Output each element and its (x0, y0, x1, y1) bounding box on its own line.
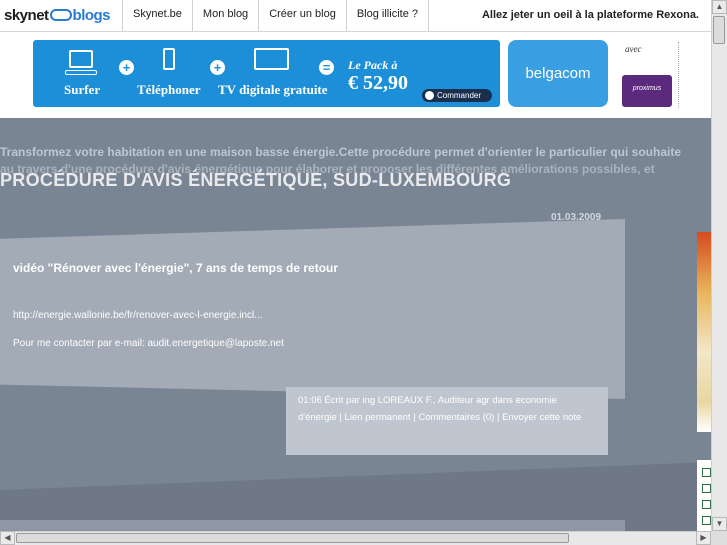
meta-sep-1: | (336, 412, 345, 423)
logo-text-blogs: blogs (72, 6, 111, 24)
scroll-corner (711, 531, 727, 545)
phone-icon (163, 48, 175, 70)
ad-banner: Surfer + Téléphoner + TV digitale gratui… (0, 32, 711, 118)
belgacom-logo[interactable]: belgacom (508, 40, 608, 107)
blog-title[interactable]: PROCÉDURE D'AVIS ÉNERGÉTIQUE, SUD-LUXEMB… (0, 170, 511, 191)
avec-label: avec (625, 44, 642, 54)
plus-icon: + (119, 60, 134, 75)
logo-text-skynet: skynet (4, 6, 49, 24)
tv-icon (254, 48, 289, 70)
side-ad[interactable] (697, 232, 711, 432)
top-bar: skynet blogs Skynet.be Mon blog Créer un… (0, 0, 711, 32)
plus-icon-2: + (210, 60, 225, 75)
label-surfer: Surfer (64, 82, 101, 97)
meta-author: 01:06 Écrit par ing LOREAUX F., Auditeur… (298, 395, 516, 406)
post-meta-box: 01:06 Écrit par ing LOREAUX F., Auditeur… (286, 387, 608, 455)
post-url-link[interactable]: http://energie.wallonie.be/fr/renover-av… (13, 310, 263, 321)
post-title[interactable]: vidéo "Rénover avec l'énergie", 7 ans de… (13, 261, 338, 275)
scroll-up-arrow-icon[interactable]: ▲ (712, 0, 727, 14)
cloud-icon (49, 9, 72, 21)
side-checkbox-1[interactable] (702, 468, 711, 477)
top-nav: Skynet.be Mon blog Créer un blog Blog il… (122, 0, 429, 31)
banner-divider (678, 42, 679, 108)
computer-icon (69, 50, 93, 68)
play-icon (425, 91, 434, 100)
horizontal-scroll-thumb[interactable] (16, 533, 569, 543)
permalink-link[interactable]: Lien permanent (345, 412, 411, 423)
computer-keyboard (65, 70, 97, 75)
scroll-down-arrow-icon[interactable]: ▼ (712, 517, 727, 531)
commander-button[interactable]: Commander (422, 89, 492, 102)
label-telephoner: Téléphoner (137, 82, 201, 97)
scroll-right-arrow-icon[interactable]: ▶ (696, 531, 711, 545)
side-checkbox-4[interactable] (702, 516, 711, 525)
rexona-tagline[interactable]: Allez jeter un oeil à la plateforme Rexo… (482, 9, 699, 21)
contact-label: Pour me contacter par e-mail: (13, 338, 148, 349)
skynet-blogs-logo[interactable]: skynet blogs (4, 5, 111, 25)
equals-icon: = (319, 60, 334, 75)
commander-label: Commander (437, 91, 482, 100)
post-panel (0, 219, 625, 399)
comments-link[interactable]: Commentaires (0) (418, 412, 494, 423)
vertical-scrollbar[interactable] (711, 0, 727, 531)
pack-ad[interactable]: Surfer + Téléphoner + TV digitale gratui… (33, 40, 500, 107)
send-note-link[interactable]: Envoyer cette note (502, 412, 581, 423)
pack-price: € 52,90 (348, 72, 408, 94)
side-checkbox-2[interactable] (702, 484, 711, 493)
proximus-logo[interactable]: proximus (622, 75, 672, 107)
le-pack-label: Le Pack à (348, 58, 398, 72)
nav-creer-blog[interactable]: Créer un blog (258, 0, 346, 31)
meta-sep-3: | (494, 412, 503, 423)
nav-skynet[interactable]: Skynet.be (122, 0, 192, 31)
scroll-left-arrow-icon[interactable]: ◀ (0, 531, 15, 545)
nav-blog-illicite[interactable]: Blog illicite ? (345, 0, 429, 31)
side-checkbox-3[interactable] (702, 500, 711, 509)
scrolling-description: Transformez votre habitation en une mais… (0, 145, 682, 159)
contact-line: Pour me contacter par e-mail: audit.ener… (13, 338, 284, 349)
email-link[interactable]: audit.energetique@laposte.net (148, 338, 284, 349)
label-tv-digitale: TV digitale gratuite (218, 82, 328, 97)
nav-mon-blog[interactable]: Mon blog (191, 0, 258, 31)
vertical-scroll-thumb[interactable] (713, 16, 725, 44)
